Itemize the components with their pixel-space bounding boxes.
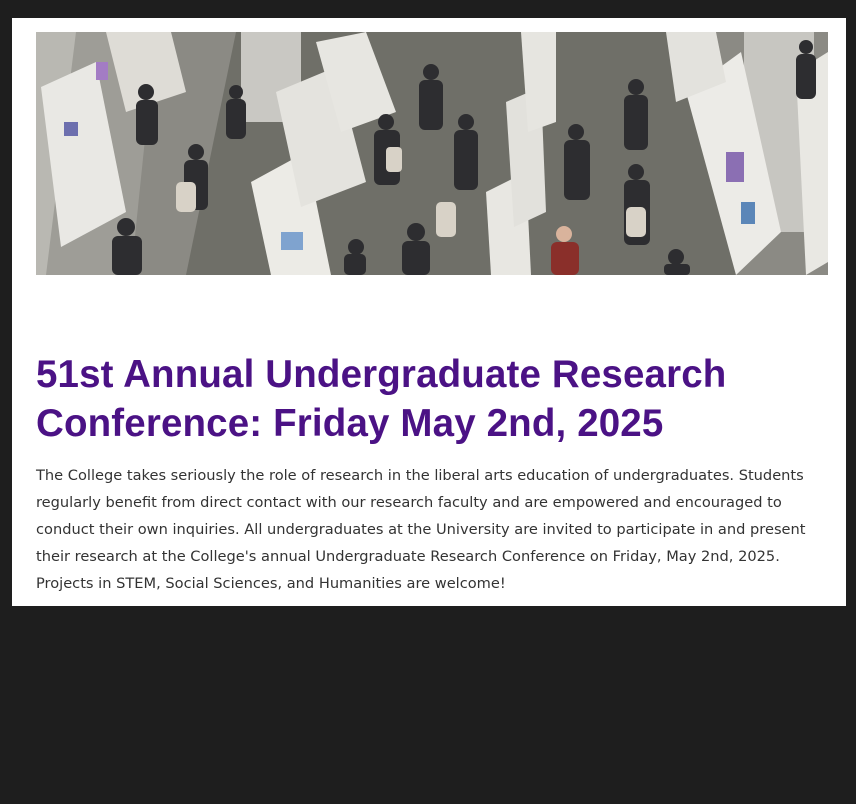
article-card: 51st Annual Undergraduate Research Confe…: [12, 18, 846, 606]
photo-icon: [36, 32, 828, 275]
article-body-text: The College takes seriously the role of …: [36, 467, 806, 592]
conference-hero-photo: [36, 32, 828, 275]
page-title: 51st Annual Undergraduate Research Confe…: [36, 353, 727, 445]
